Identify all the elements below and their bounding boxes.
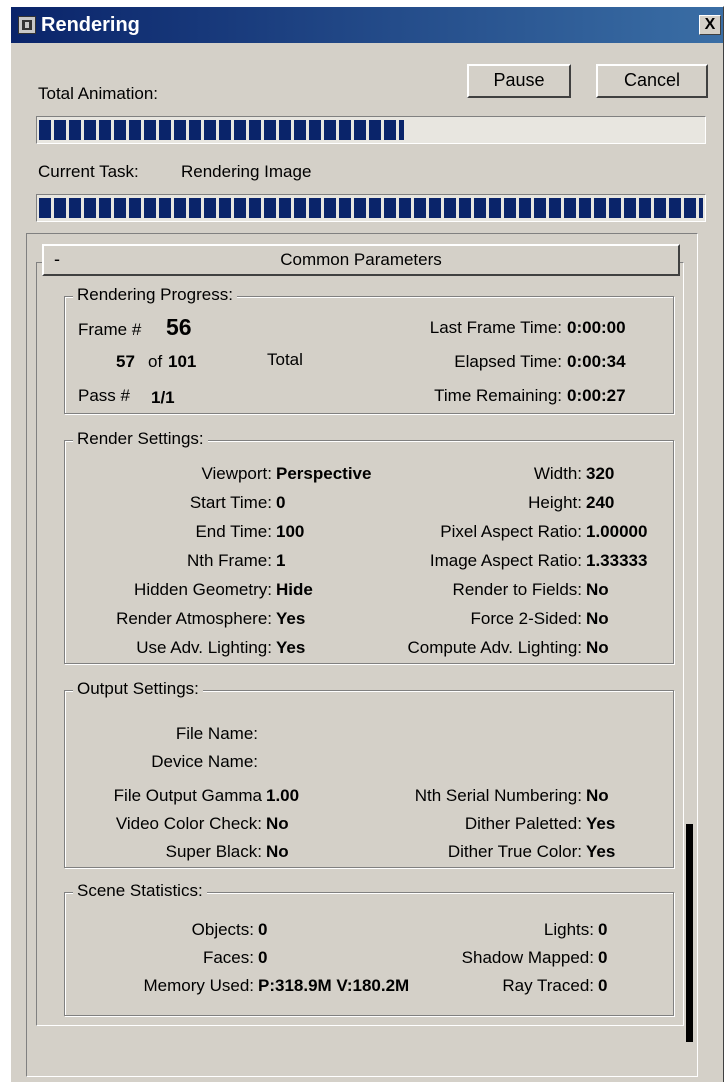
render-settings-right-value-1: 240: [586, 493, 615, 512]
output-settings-left-value-0: 1.00: [266, 786, 300, 805]
app-icon: [18, 16, 36, 34]
group-legend: Scene Statistics:: [73, 881, 207, 901]
last-frame-time-label: Last Frame Time:: [429, 318, 562, 337]
output-settings-right-value-2: Yes: [586, 842, 616, 861]
scene-statistics-right-label-2: Ray Traced:: [502, 976, 594, 995]
render-settings-right-value-6: No: [586, 638, 609, 657]
frames-completed: 57: [116, 352, 135, 371]
render-settings-left-label-2: End Time:: [195, 522, 272, 541]
scene-statistics-left-label-0: Objects:: [191, 920, 254, 939]
output-settings-left-label-2: Super Black:: [165, 842, 262, 861]
elapsed-time-value: 0:00:34: [567, 352, 626, 371]
output-settings-right-label-1: Dither Paletted:: [464, 814, 582, 833]
render-settings-right-value-0: 320: [586, 464, 615, 483]
scene-statistics-left-label-2: Memory Used:: [143, 976, 254, 995]
output-settings-right-value-1: Yes: [586, 814, 616, 833]
scene-statistics-right-value-0: 0: [598, 920, 608, 939]
elapsed-time-label: Elapsed Time:: [454, 352, 562, 371]
file-name-label: File Name:: [175, 724, 258, 743]
render-settings-right-label-5: Force 2-Sided:: [470, 609, 583, 628]
render-settings-right-value-2: 1.00000: [586, 522, 648, 541]
total-label: Total: [267, 350, 303, 369]
render-settings-right-label-6: Compute Adv. Lighting:: [407, 638, 582, 657]
group-legend: Render Settings:: [73, 429, 208, 449]
render-settings-right-label-2: Pixel Aspect Ratio:: [440, 522, 582, 541]
window-title: Rendering: [41, 14, 140, 36]
render-settings-left-label-6: Use Adv. Lighting:: [136, 638, 272, 657]
scene-statistics-right-value-1: 0: [598, 948, 608, 967]
render-settings-left-value-5: Yes: [276, 609, 306, 628]
render-settings-right-label-4: Render to Fields:: [452, 580, 582, 599]
cancel-button[interactable]: Cancel: [596, 64, 708, 98]
current-task-label: Current Task:: [38, 162, 139, 181]
total-animation-progress-fill: [39, 120, 404, 140]
frames-of: of: [148, 352, 163, 371]
render-settings-left-value-4: Hide: [276, 580, 313, 599]
output-settings-left-label-1: Video Color Check:: [115, 814, 262, 833]
common-parameters-header[interactable]: - Common Parameters: [42, 244, 680, 276]
output-settings-left-value-1: No: [266, 814, 289, 833]
scene-statistics-left-value-0: 0: [258, 920, 268, 939]
frame-number-label: Frame #: [78, 320, 142, 339]
current-task-progress-bar: [36, 194, 706, 222]
render-settings-left-value-1: 0: [276, 493, 286, 512]
device-name-label: Device Name:: [151, 752, 258, 771]
render-settings-right-label-0: Width:: [533, 464, 582, 483]
render-settings-left-label-3: Nth Frame:: [186, 551, 272, 570]
scene-statistics-left-label-1: Faces:: [202, 948, 254, 967]
pause-button[interactable]: Pause: [467, 64, 571, 98]
frame-number-value: 56: [166, 314, 192, 340]
current-task-value: Rendering Image: [181, 162, 312, 181]
render-settings-left-value-6: Yes: [276, 638, 306, 657]
rollout-title: Common Parameters: [280, 250, 442, 269]
render-settings-right-value-5: No: [586, 609, 609, 628]
output-settings-right-label-2: Dither True Color:: [447, 842, 582, 861]
render-settings-right-label-1: Height:: [528, 493, 582, 512]
render-settings-left-label-0: Viewport:: [201, 464, 272, 483]
render-settings-left-label-1: Start Time:: [189, 493, 272, 512]
scene-statistics-right-label-1: Shadow Mapped:: [461, 948, 594, 967]
frames-total: 101: [168, 352, 197, 371]
output-settings-left-value-2: No: [266, 842, 289, 861]
panel-scrollbar[interactable]: [686, 824, 693, 1042]
group-legend: Output Settings:: [73, 679, 203, 699]
render-settings-left-label-4: Hidden Geometry:: [134, 580, 272, 599]
pass-value: 1/1: [151, 388, 175, 407]
render-settings-right-label-3: Image Aspect Ratio:: [429, 551, 582, 570]
render-settings-left-value-2: 100: [276, 522, 305, 541]
render-settings-right-value-4: No: [586, 580, 609, 599]
time-remaining-value: 0:00:27: [567, 386, 626, 405]
render-settings-left-value-3: 1: [276, 551, 286, 570]
output-settings-left-label-0: File Output Gamma: [113, 786, 262, 805]
scene-statistics-right-label-0: Lights:: [543, 920, 594, 939]
time-remaining-label: Time Remaining:: [434, 386, 562, 405]
current-task-progress-fill: [39, 198, 703, 218]
total-animation-progress-bar: [36, 116, 706, 144]
title-bar: Rendering X: [11, 7, 723, 43]
render-settings-right-value-3: 1.33333: [586, 551, 648, 570]
output-settings-right-label-0: Nth Serial Numbering:: [414, 786, 582, 805]
last-frame-time-value: 0:00:00: [567, 318, 626, 337]
scene-statistics-right-value-2: 0: [598, 976, 608, 995]
group-legend: Rendering Progress:: [73, 285, 237, 305]
output-settings-right-value-0: No: [586, 786, 609, 805]
close-button[interactable]: X: [699, 15, 721, 35]
render-settings-left-label-5: Render Atmosphere:: [116, 609, 272, 628]
total-animation-label: Total Animation:: [38, 84, 159, 103]
pass-label: Pass #: [78, 386, 130, 405]
scene-statistics-left-value-1: 0: [258, 948, 268, 967]
scene-statistics-left-value-2: P:318.9M V:180.2M: [258, 976, 410, 995]
